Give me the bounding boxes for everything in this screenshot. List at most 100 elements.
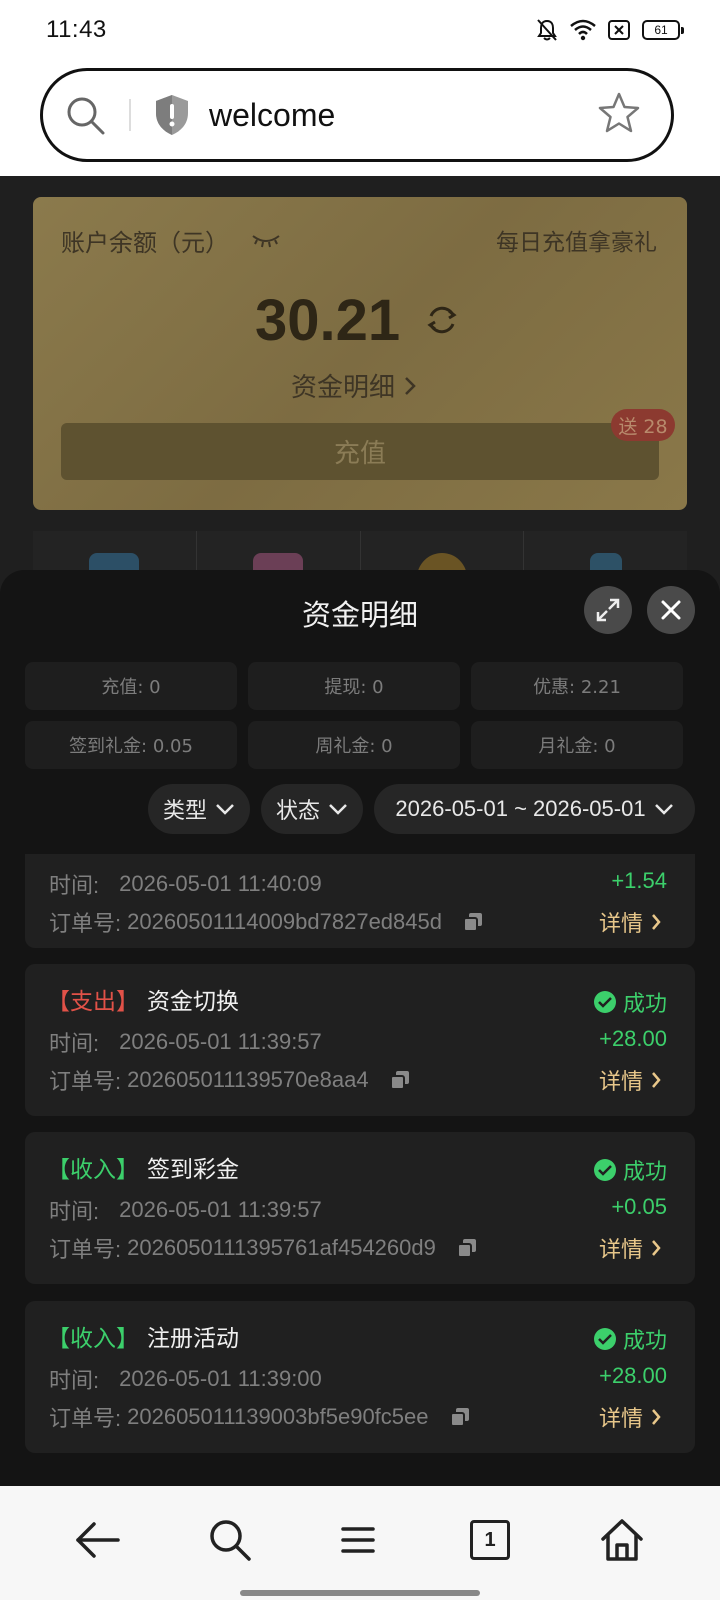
date-range-filter[interactable]: 2026-05-01 ~ 2026-05-01 [374,784,695,834]
transaction-name: 资金切换 [147,989,239,1015]
copy-icon[interactable] [389,1069,411,1091]
recharge-button[interactable]: 充值 [61,423,659,480]
detail-label: 详情 [598,912,643,937]
close-icon [661,600,681,620]
close-button[interactable] [647,586,695,634]
time-value: 2026-05-01 11:39:00 [119,1366,322,1391]
status-text: 成功 [622,1160,667,1185]
detail-link[interactable]: 详情 [599,1064,661,1096]
time-row: 时间: 2026-05-01 11:39:57 [49,1026,322,1058]
order-value: 20260501114009bd7827ed845d [127,909,442,934]
status-badge: 成功 [593,986,667,1018]
expand-button[interactable] [584,586,632,634]
status-bar: 11:43 61 [0,0,720,62]
chevron-right-icon [405,376,416,395]
star-icon[interactable] [597,91,641,135]
type-filter[interactable]: 类型 [148,784,250,834]
expand-icon [596,598,620,622]
refresh-icon[interactable] [425,303,459,337]
detail-label: 详情 [598,1238,643,1263]
transaction-name: 签到彩金 [147,1157,239,1183]
amount: +28.00 [599,1026,667,1051]
copy-icon[interactable] [449,1406,471,1428]
order-value: 202605011139003bf5e90fc5ee [127,1404,429,1429]
chevron-right-icon [652,1072,661,1088]
amount: +1.54 [611,868,667,893]
balance-card: 账户余额（元） 每日充值拿豪礼 30.21 资金明细 充值 送 28 [33,197,687,510]
search-icon[interactable] [65,95,107,137]
home-button[interactable] [596,1514,648,1566]
menu-button[interactable] [332,1514,384,1566]
transaction-card[interactable]: 【支出】 资金切换 成功 时间: 2026-05-01 11:39:57 订单号… [25,964,695,1116]
chevron-right-icon [652,1409,661,1425]
transaction-card[interactable]: 【收入】 签到彩金 成功 时间: 2026-05-01 11:39:57 订单号… [25,1132,695,1284]
tabs-button[interactable]: 1 [464,1514,516,1566]
order-row: 订单号: 20260501114009bd7827ed845d [49,906,484,938]
time-row: 时间: 2026-05-01 11:40:09 [49,868,322,900]
copy-icon[interactable] [462,911,484,933]
status-filter-label: 状态 [275,799,320,824]
close-box-icon [608,20,630,40]
stat-withdraw: 提现: 0 [248,662,460,710]
detail-link[interactable]: 详情 [599,906,661,938]
battery-icon: 61 [642,20,684,40]
time-value: 2026-05-01 11:40:09 [119,871,322,896]
amount: +28.00 [599,1363,667,1388]
order-row: 订单号: 202605011139570e8aa4 [49,1064,411,1096]
detail-label: 详情 [598,1407,643,1432]
back-arrow-icon [76,1522,120,1558]
search-button[interactable] [204,1514,256,1566]
chevron-right-icon [652,914,661,930]
order-value: 202605011139570e8aa4 [127,1067,369,1092]
shield-warning-icon[interactable] [153,93,191,137]
address-bar[interactable]: welcome [40,68,674,162]
detail-link[interactable]: 详情 [599,1232,661,1264]
chevron-down-icon [654,804,673,815]
order-value: 2026050111395761af454260d9 [127,1235,436,1260]
page-background: 账户余额（元） 每日充值拿豪礼 30.21 资金明细 充值 送 28 资金明细 … [0,176,720,1486]
time-value: 2026-05-01 11:39:57 [119,1029,322,1054]
stat-monthly-bonus: 月礼金: 0 [471,721,683,769]
copy-icon[interactable] [456,1237,478,1259]
card-header: 【收入】 注册活动 [47,1319,239,1353]
chevron-down-icon [216,804,234,815]
card-header: 【收入】 签到彩金 [47,1150,239,1184]
stat-checkin-bonus: 签到礼金: 0.05 [25,721,237,769]
chevron-down-icon [329,804,347,815]
home-icon [601,1519,643,1561]
balance-amount: 30.21 [255,288,401,353]
transaction-name: 注册活动 [147,1326,239,1352]
funds-detail-label: 资金明细 [291,373,396,403]
funds-detail-link[interactable]: 资金明细 [291,367,417,404]
check-circle-icon [593,991,616,1013]
search-icon [210,1520,251,1561]
status-filter[interactable]: 状态 [261,784,363,834]
amount: +0.05 [611,1194,667,1219]
transaction-list[interactable]: 时间: 2026-05-01 11:40:09 订单号: 20260501114… [25,854,695,1486]
wifi-icon [570,19,596,41]
tabs-icon: 1 [470,1520,510,1560]
back-button[interactable] [72,1514,124,1566]
check-circle-icon [593,1159,616,1181]
transaction-card[interactable]: 时间: 2026-05-01 11:40:09 订单号: 20260501114… [25,854,695,948]
stats-grid: 充值: 0 提现: 0 优惠: 2.21 签到礼金: 0.05 周礼金: 0 月… [25,662,695,769]
type-filter-label: 类型 [162,799,207,824]
date-range-label: 2026-05-01 ~ 2026-05-01 [395,796,646,821]
detail-link[interactable]: 详情 [599,1401,661,1433]
home-indicator[interactable] [240,1590,480,1596]
address-text[interactable]: welcome [209,97,335,134]
battery-level: 61 [654,23,668,37]
status-icons: 61 [536,18,684,42]
eye-closed-icon[interactable] [251,233,281,249]
transaction-card[interactable]: 【收入】 注册活动 成功 时间: 2026-05-01 11:39:00 订单号… [25,1301,695,1453]
order-label: 订单号: [49,1069,122,1094]
time-row: 时间: 2026-05-01 11:39:00 [49,1363,322,1395]
order-label: 订单号: [49,911,122,936]
stat-discount: 优惠: 2.21 [471,662,683,710]
income-tag: 【收入】 [47,1326,139,1352]
order-label: 订单号: [49,1406,122,1431]
daily-promo-link[interactable]: 每日充值拿豪礼 [496,223,657,257]
time-label: 时间: [49,873,100,898]
status-text: 成功 [622,1329,667,1354]
status-time: 11:43 [46,16,107,43]
